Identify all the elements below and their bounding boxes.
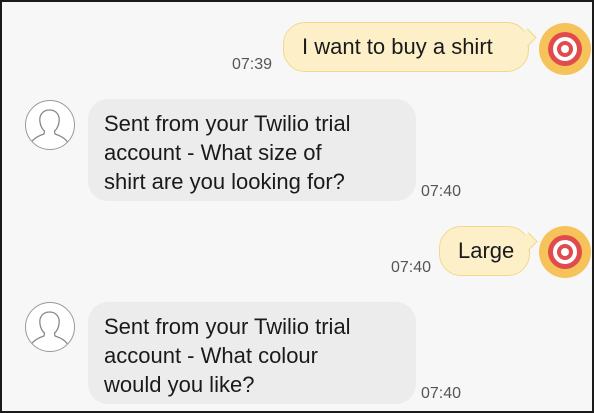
target-icon[interactable] (539, 226, 591, 278)
message-bubble[interactable]: I want to buy a shirt (283, 22, 529, 72)
message-text-line: Sent from your Twilio trial (104, 314, 351, 339)
person-outline-icon[interactable] (25, 100, 75, 150)
message-text-line: account - What colour (104, 343, 318, 368)
person-outline-icon[interactable] (25, 302, 75, 352)
message-text-line: Sent from your Twilio trial (104, 111, 351, 136)
chat-conversation: 07:39 I want to buy a shirt Sent from yo… (0, 0, 594, 413)
message-bubble[interactable]: Sent from your Twilio trial account - Wh… (88, 99, 416, 201)
target-icon[interactable] (539, 23, 591, 75)
message-text: I want to buy a shirt (302, 34, 493, 59)
message-timestamp: 07:40 (421, 385, 462, 402)
message-timestamp: 07:40 (391, 259, 432, 276)
message-bubble[interactable]: Large (439, 226, 530, 276)
message-timestamp: 07:40 (421, 183, 462, 200)
message-text-line: account - What size of (104, 140, 322, 165)
message-text-line: shirt are you looking for? (104, 169, 345, 194)
message-text-line: would you like? (104, 372, 255, 397)
message-timestamp: 07:39 (232, 56, 273, 73)
message-text: Large (458, 238, 515, 263)
message-bubble[interactable]: Sent from your Twilio trial account - Wh… (88, 302, 416, 404)
